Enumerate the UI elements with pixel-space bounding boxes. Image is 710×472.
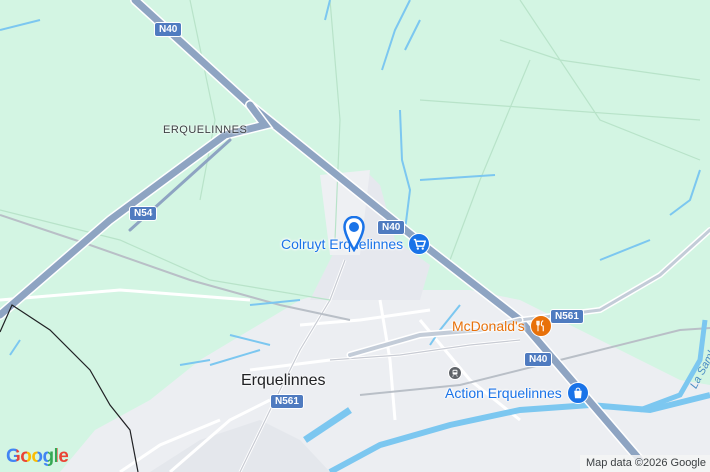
location-pin-icon[interactable] — [343, 215, 365, 257]
poi-mcdonalds[interactable]: McDonald's — [452, 315, 552, 337]
road-shield-n561: N561 — [270, 394, 304, 409]
map-canvas[interactable]: N40 N54 N40 N561 N40 N561 ERQUELINNES Er… — [0, 0, 710, 472]
locality-label: ERQUELINNES — [163, 124, 248, 136]
poi-action[interactable]: Action Erquelinnes — [445, 382, 589, 404]
map-attribution[interactable]: Map data ©2026 Google — [579, 455, 710, 472]
poi-mcdonalds-label: McDonald's — [452, 318, 525, 334]
shopping-bag-icon — [566, 382, 589, 404]
train-station-icon[interactable] — [448, 366, 462, 380]
google-logo: Google — [6, 446, 69, 468]
road-shield-n40: N40 — [524, 352, 553, 367]
shopping-cart-icon — [408, 233, 431, 255]
road-shield-n561: N561 — [550, 309, 584, 324]
fork-knife-icon — [529, 315, 552, 337]
google-logo-text: Google — [6, 446, 69, 467]
poi-action-label: Action Erquelinnes — [445, 385, 562, 401]
road-shield-n54: N54 — [129, 206, 158, 221]
town-label[interactable]: Erquelinnes — [241, 372, 326, 390]
road-shield-n40: N40 — [154, 22, 183, 37]
